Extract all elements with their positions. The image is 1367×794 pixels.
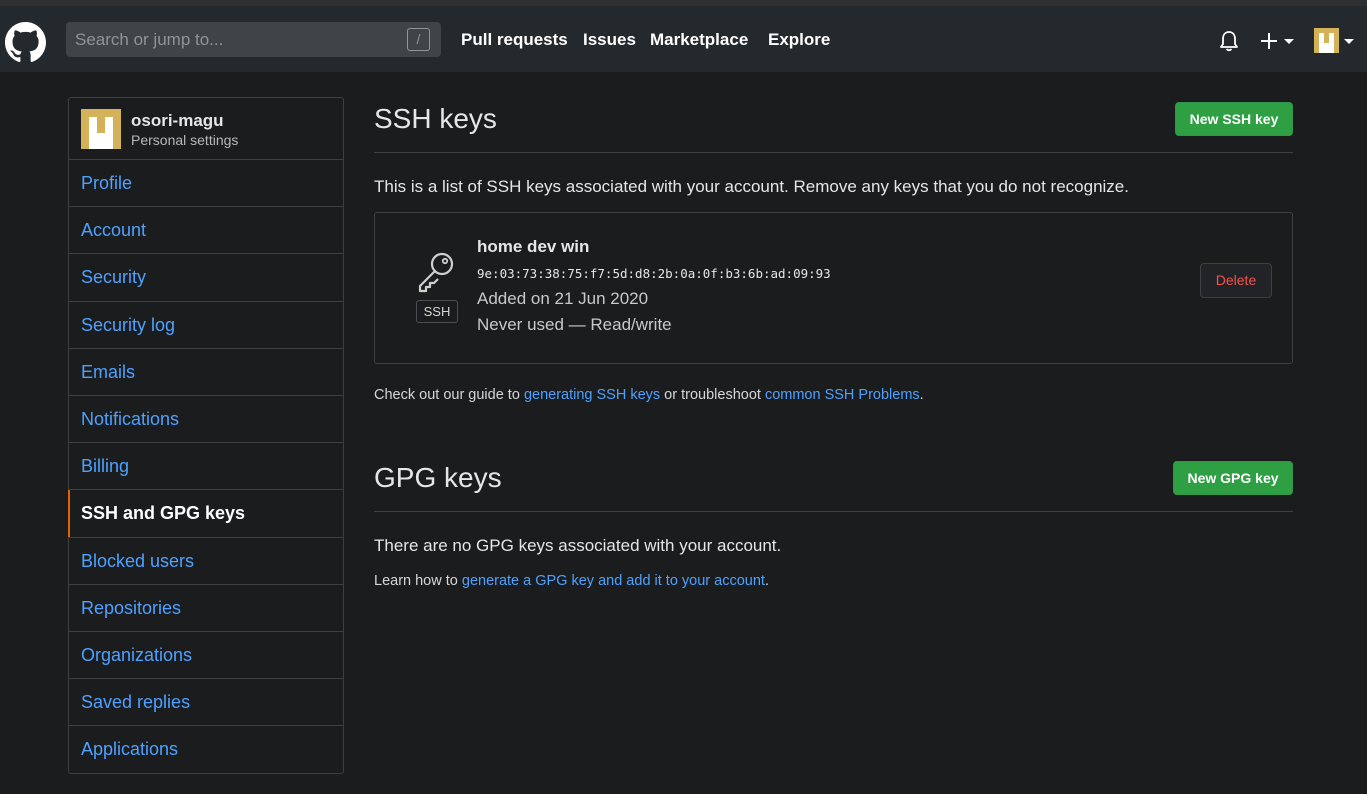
key-icon	[418, 252, 454, 293]
sidebar-item-security-log[interactable]: Security log	[69, 302, 343, 349]
settings-sidebar: osori-magu Personal settings Profile Acc…	[68, 97, 344, 774]
identicon-icon	[81, 109, 121, 149]
plus-icon[interactable]	[1260, 32, 1278, 50]
search-shortcut-key: /	[407, 28, 430, 51]
sidebar-subtitle: Personal settings	[131, 132, 239, 148]
nav-pull-requests[interactable]: Pull requests	[461, 30, 568, 50]
gpg-empty-text: There are no GPG keys associated with yo…	[374, 536, 782, 555]
ssh-key-fingerprint: 9e:03:73:38:75:f7:5d:d8:2b:0a:0f:b3:6b:a…	[477, 266, 831, 281]
ssh-heading-divider	[374, 152, 1293, 153]
gpg-keys-heading: GPG keys	[374, 462, 502, 493]
nav-explore[interactable]: Explore	[768, 30, 830, 50]
gpg-heading-divider	[374, 511, 1293, 512]
ssh-guide-middle: or troubleshoot	[660, 387, 765, 403]
sidebar-item-security[interactable]: Security	[69, 254, 343, 302]
sidebar-item-billing[interactable]: Billing	[69, 443, 343, 491]
ssh-guide-prefix: Check out our guide to	[374, 387, 524, 403]
user-avatar-menu[interactable]	[1314, 28, 1339, 53]
sidebar-user-header: osori-magu Personal settings	[69, 98, 343, 160]
sidebar-item-emails[interactable]: Emails	[69, 349, 343, 396]
ssh-guide-text: Check out our guide to generating SSH ke…	[374, 387, 924, 403]
nav-marketplace[interactable]: Marketplace	[650, 30, 748, 50]
new-gpg-key-button[interactable]: New GPG key	[1173, 461, 1293, 495]
global-header: Search or jump to... / Pull requests Iss…	[0, 6, 1367, 72]
gpg-learn-prefix: Learn how to	[374, 573, 462, 589]
ssh-key-usage: Never used — Read/write	[477, 315, 672, 334]
ssh-key-added-date: Added on 21 Jun 2020	[477, 289, 649, 308]
sidebar-item-account[interactable]: Account	[69, 207, 343, 255]
ssh-keys-heading: SSH keys	[374, 103, 497, 134]
generate-gpg-key-link[interactable]: generate a GPG key and add it to your ac…	[462, 573, 765, 589]
sidebar-item-repositories[interactable]: Repositories	[69, 585, 343, 632]
delete-ssh-key-button[interactable]: Delete	[1200, 263, 1272, 298]
sidebar-item-notifications[interactable]: Notifications	[69, 396, 343, 444]
search-placeholder: Search or jump to...	[75, 30, 224, 49]
user-menu-caret-icon[interactable]	[1344, 39, 1354, 44]
identicon-small-icon	[1314, 28, 1339, 53]
ssh-key-item: SSH home dev win 9e:03:73:38:75:f7:5d:d8…	[374, 212, 1293, 364]
generating-ssh-keys-link[interactable]: generating SSH keys	[524, 387, 660, 403]
common-ssh-problems-link[interactable]: common SSH Problems	[765, 387, 920, 403]
sidebar-item-profile[interactable]: Profile	[69, 160, 343, 208]
gpg-learn-suffix: .	[764, 573, 769, 589]
bell-icon[interactable]	[1219, 30, 1239, 52]
ssh-guide-suffix: .	[919, 387, 924, 403]
github-logo-icon[interactable]	[5, 22, 46, 63]
sidebar-username[interactable]: osori-magu	[131, 111, 224, 131]
ssh-description: This is a list of SSH keys associated wi…	[374, 177, 1129, 196]
sidebar-item-blocked-users[interactable]: Blocked users	[69, 538, 343, 585]
create-menu-caret-icon[interactable]	[1284, 39, 1294, 44]
sidebar-item-organizations[interactable]: Organizations	[69, 632, 343, 680]
ssh-key-name: home dev win	[477, 237, 590, 256]
sidebar-item-saved-replies[interactable]: Saved replies	[69, 679, 343, 727]
new-ssh-key-button[interactable]: New SSH key	[1175, 102, 1293, 136]
avatar	[81, 109, 121, 149]
search-input[interactable]: Search or jump to... /	[66, 22, 441, 57]
ssh-type-badge: SSH	[416, 300, 458, 323]
gpg-learn-text: Learn how to generate a GPG key and add …	[374, 573, 769, 589]
nav-issues[interactable]: Issues	[583, 30, 636, 50]
sidebar-item-ssh-gpg-keys[interactable]: SSH and GPG keys	[68, 490, 343, 538]
sidebar-item-applications[interactable]: Applications	[69, 726, 343, 773]
